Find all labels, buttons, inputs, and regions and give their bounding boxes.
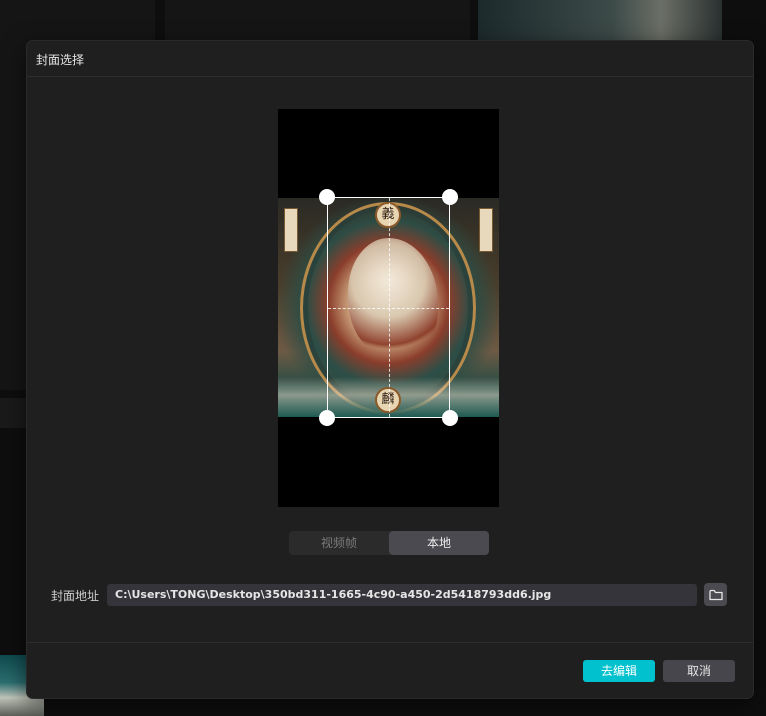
- crop-handle-bottom-left[interactable]: [319, 410, 335, 426]
- background-thumbnail: [478, 0, 722, 40]
- crop-frame[interactable]: [319, 189, 458, 426]
- folder-icon: [708, 589, 723, 600]
- background-panel-lower: [0, 398, 28, 428]
- browse-folder-button[interactable]: [704, 583, 727, 606]
- background-panel-center: [165, 0, 470, 40]
- crop-handle-top-right[interactable]: [442, 189, 458, 205]
- artwork-right-banner: [479, 208, 493, 252]
- source-segmented-control: 视频帧 本地: [289, 531, 489, 555]
- tab-video-frame[interactable]: 视频帧: [289, 531, 389, 555]
- dialog-title: 封面选择: [36, 53, 85, 67]
- artwork-left-banner: [284, 208, 298, 252]
- cover-path-field[interactable]: C:\Users\TONG\Desktop\350bd311-1665-4c90…: [107, 584, 697, 606]
- cover-select-dialog: 封面选择 義 麟 视频帧 本地 封面地址 C:\Users\TONG\Deskt…: [27, 41, 753, 698]
- crop-guide-horizontal: [328, 307, 449, 309]
- footer-divider: [27, 642, 753, 643]
- go-edit-button[interactable]: 去编辑: [583, 660, 655, 682]
- cover-preview: 義 麟: [278, 109, 499, 507]
- cancel-button[interactable]: 取消: [663, 660, 735, 682]
- crop-handle-top-left[interactable]: [319, 189, 335, 205]
- tab-local[interactable]: 本地: [389, 531, 489, 555]
- crop-handle-bottom-right[interactable]: [442, 410, 458, 426]
- cover-path-label: 封面地址: [51, 589, 100, 603]
- dialog-header: 封面选择: [27, 41, 753, 77]
